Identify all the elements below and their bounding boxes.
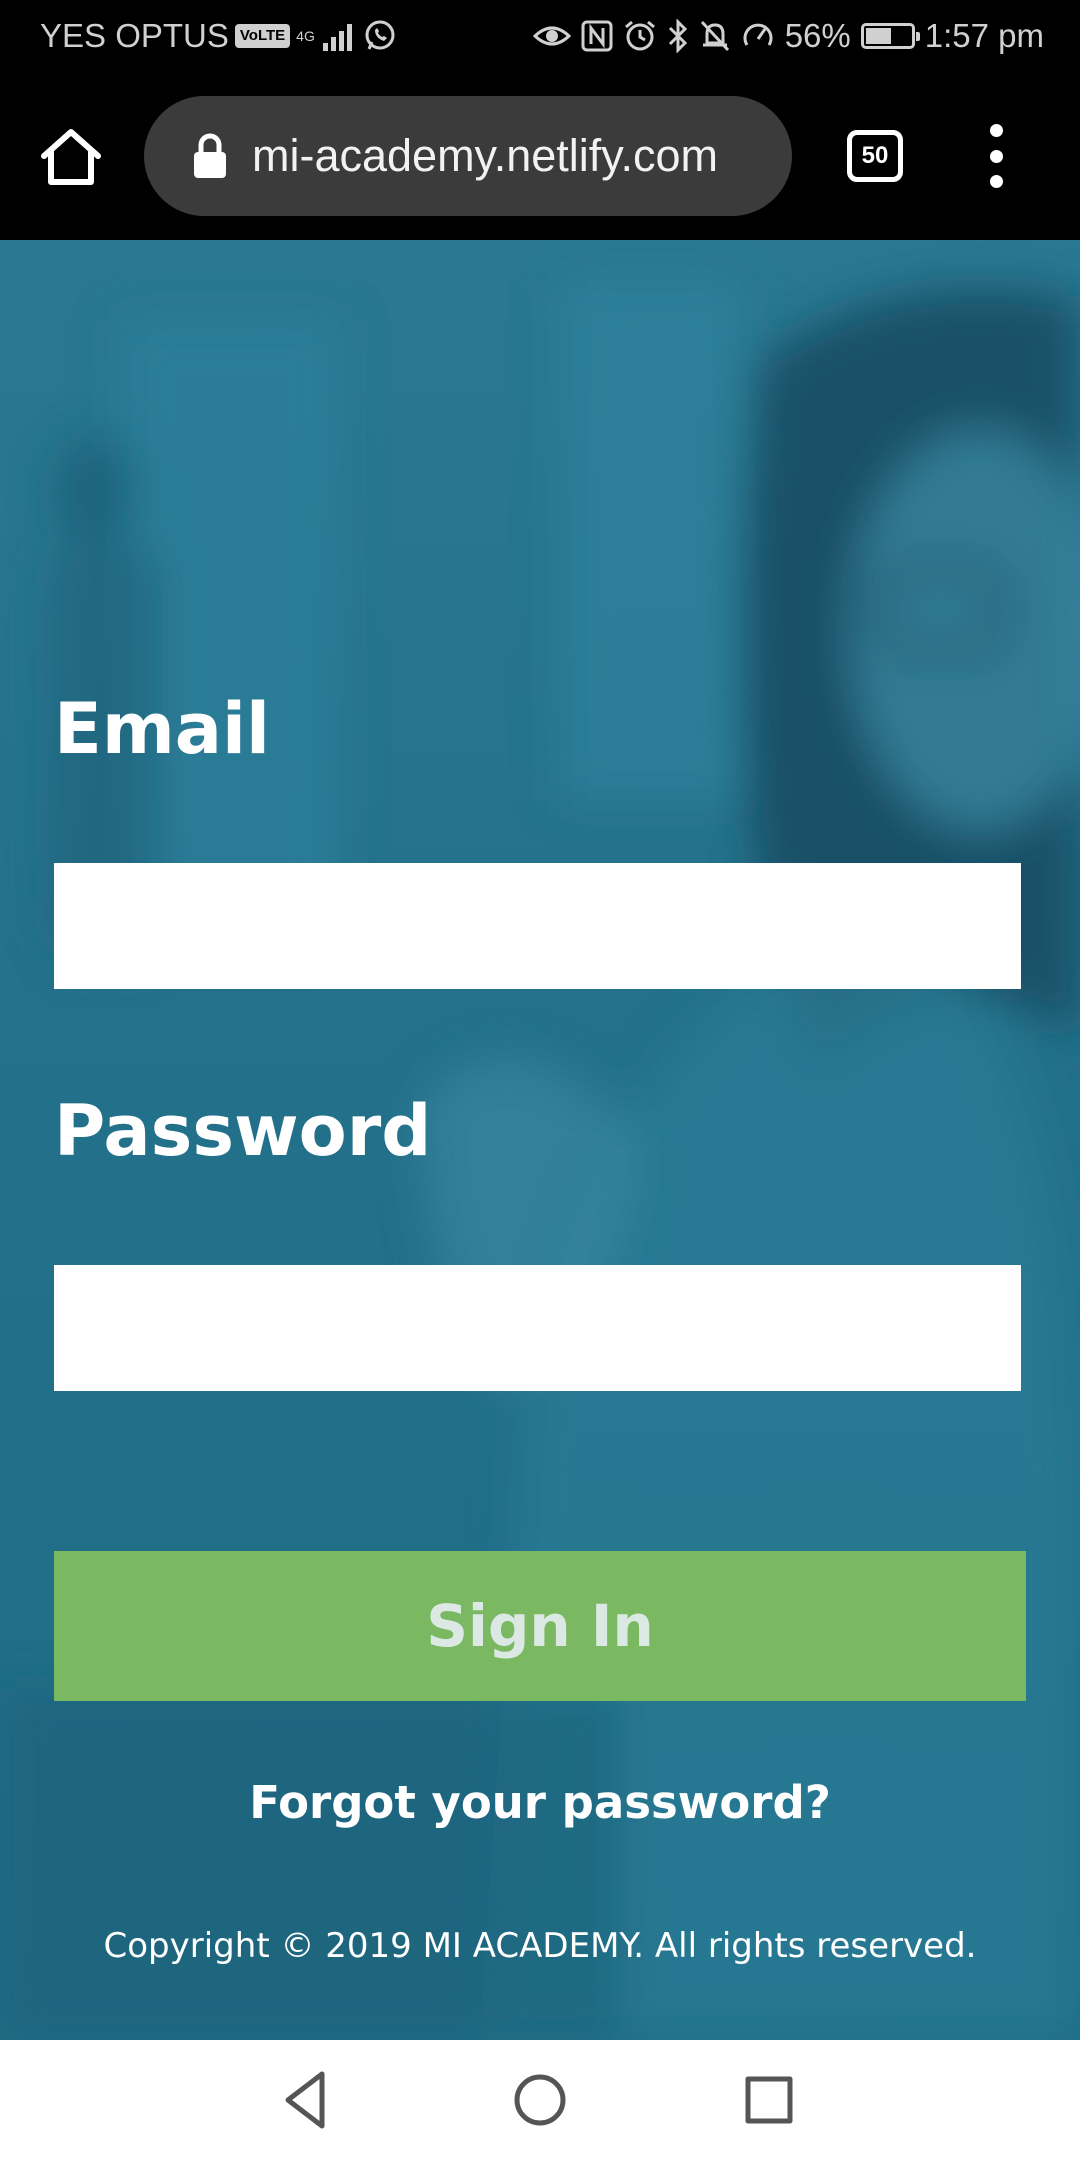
- network-type: 4G: [296, 28, 315, 44]
- eye-icon: [532, 26, 571, 46]
- password-label: Password: [54, 1090, 432, 1172]
- password-field[interactable]: [54, 1265, 1021, 1391]
- navigation-bar: [0, 2040, 1080, 2160]
- clock: 1:57 pm: [924, 17, 1044, 54]
- url-text: mi-academy.netlify.com: [252, 130, 718, 181]
- browser-toolbar: mi-academy.netlify.com 50: [0, 72, 1080, 240]
- whatsapp-icon: [365, 20, 395, 50]
- nav-recents-button[interactable]: [733, 2064, 805, 2136]
- bluetooth-icon: [668, 19, 687, 53]
- nfc-icon: [581, 20, 613, 52]
- battery-icon: [860, 23, 920, 49]
- forgot-password-link[interactable]: Forgot your password?: [0, 1776, 1080, 1829]
- sign-in-button[interactable]: Sign In: [54, 1551, 1026, 1701]
- home-button[interactable]: [38, 124, 104, 190]
- copyright-text: Copyright © 2019 MI ACADEMY. All rights …: [103, 1926, 977, 1966]
- data-saver-icon: [743, 23, 773, 46]
- bell-off-icon: [700, 20, 729, 52]
- email-field[interactable]: [54, 863, 1021, 989]
- status-right: 56% 1:57 pm: [532, 15, 1044, 57]
- login-page: Email Password Sign In Forgot your passw…: [0, 240, 1080, 2040]
- volte-icon: VoLTE: [234, 24, 291, 48]
- nav-back-button[interactable]: [272, 2064, 344, 2136]
- battery-percent: 56%: [784, 17, 851, 54]
- status-left: YES OPTUS VoLTE 4G: [40, 15, 397, 57]
- signal-icon: [322, 24, 352, 51]
- home-icon: [41, 129, 101, 185]
- recents-icon: [745, 2076, 793, 2124]
- carrier-name: YES OPTUS: [40, 17, 229, 54]
- more-vert-icon[interactable]: [976, 124, 1016, 188]
- email-label: Email: [54, 688, 270, 770]
- home-circle-icon: [514, 2074, 566, 2126]
- tab-switcher-button[interactable]: 50: [847, 130, 903, 182]
- status-bar: YES OPTUS VoLTE 4G 56% 1:57 pm: [0, 0, 1080, 72]
- back-icon: [285, 2071, 325, 2129]
- lock-icon: [194, 133, 226, 178]
- address-bar[interactable]: mi-academy.netlify.com: [144, 96, 792, 216]
- alarm-icon: [624, 20, 655, 51]
- nav-home-button[interactable]: [504, 2064, 576, 2136]
- battery-level: [865, 28, 891, 44]
